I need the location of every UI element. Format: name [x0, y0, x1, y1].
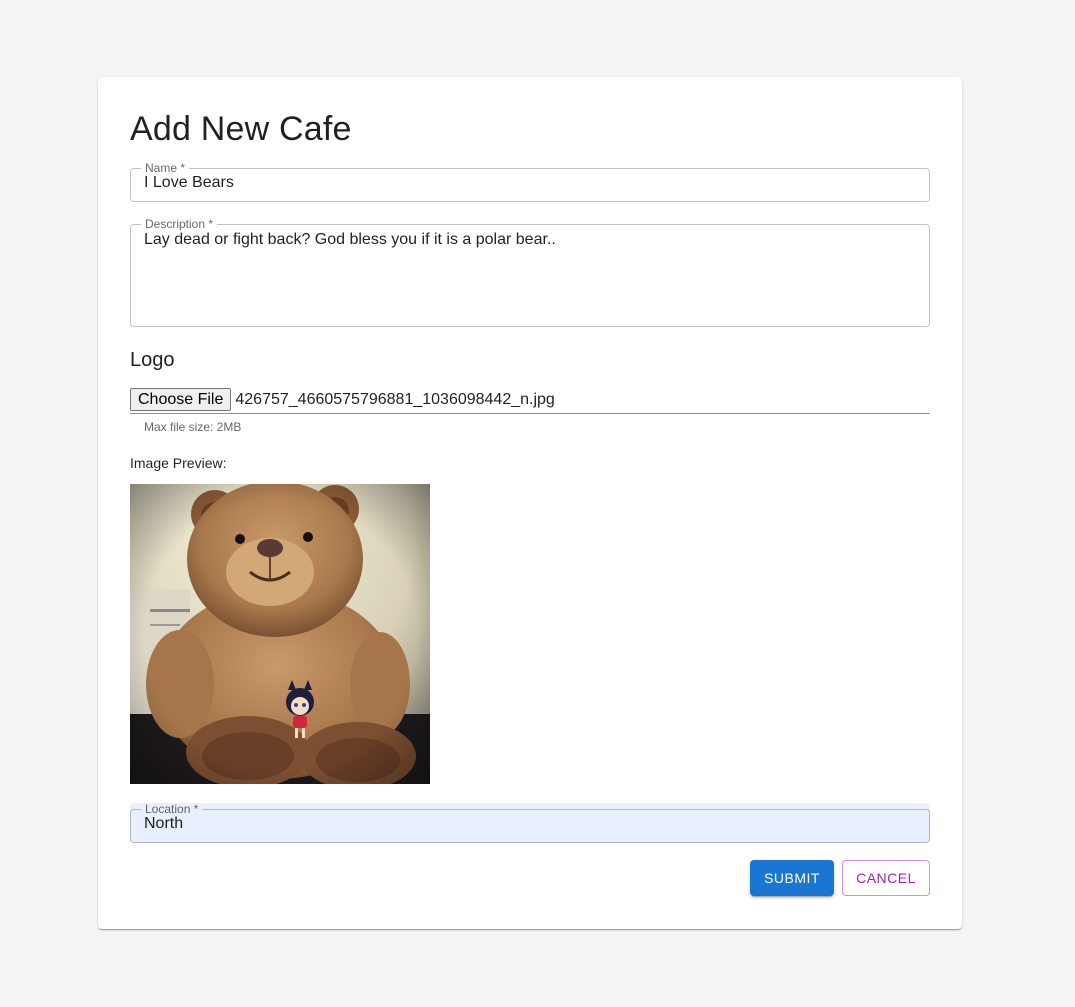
form-actions: SUBMIT CANCEL: [750, 860, 930, 896]
page-title: Add New Cafe: [130, 110, 352, 148]
name-input[interactable]: [144, 173, 916, 193]
teddy-bear-photo: [130, 484, 430, 784]
description-field-label: Description *: [145, 217, 214, 231]
description-input[interactable]: [144, 230, 916, 310]
description-field[interactable]: Description *: [130, 218, 930, 327]
cancel-button[interactable]: CANCEL: [842, 860, 930, 896]
choose-file-button[interactable]: Choose File: [130, 388, 232, 411]
image-preview: [130, 484, 430, 784]
logo-file-input[interactable]: Choose File 426757_4660575796881_1036098…: [130, 386, 930, 414]
image-preview-label: Image Preview:: [130, 455, 227, 471]
location-field[interactable]: Location *: [130, 803, 930, 843]
location-input[interactable]: [144, 814, 916, 834]
logo-heading: Logo: [130, 349, 175, 371]
name-field[interactable]: Name *: [130, 162, 930, 202]
selected-file-name: 426757_4660575796881_1036098442_n.jpg: [235, 390, 555, 408]
file-size-helper-text: Max file size: 2MB: [144, 420, 242, 434]
add-cafe-card: Add New Cafe Name * Description * Logo C…: [98, 77, 962, 929]
submit-button[interactable]: SUBMIT: [750, 860, 834, 896]
